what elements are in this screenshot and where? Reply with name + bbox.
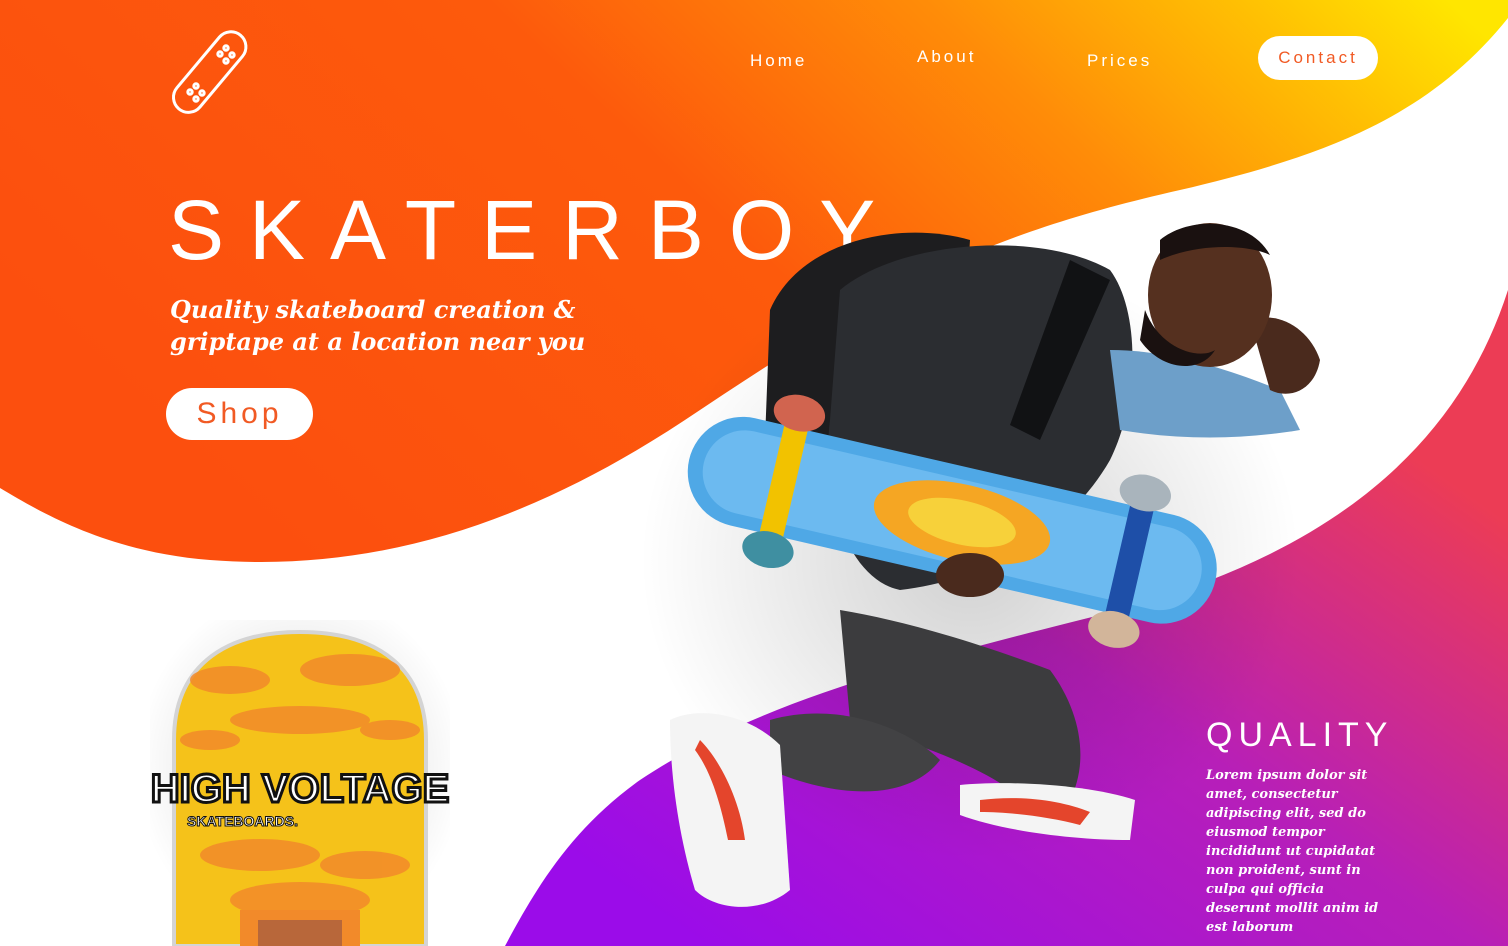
nav-prices-link[interactable]: Prices bbox=[1087, 51, 1152, 71]
nav-home-link[interactable]: Home bbox=[750, 51, 807, 71]
quality-title: QUALITY bbox=[1206, 716, 1394, 754]
nav-about-link[interactable]: About bbox=[917, 47, 976, 67]
deck-sub-text: SKATEBOARDS. bbox=[187, 813, 298, 829]
shop-button[interactable]: Shop bbox=[166, 388, 313, 440]
skateboard-deck-image: HIGH VOLTAGE SKATEBOARDS. bbox=[150, 620, 450, 946]
hero-tagline: Quality skateboard creation & griptape a… bbox=[170, 295, 586, 356]
skateboard-icon[interactable] bbox=[160, 24, 264, 124]
deck-brand-text: HIGH VOLTAGE bbox=[151, 767, 450, 811]
quality-text: Lorem ipsum dolor sit amet, consectetur … bbox=[1206, 768, 1379, 935]
contact-button[interactable]: Contact bbox=[1258, 36, 1378, 80]
